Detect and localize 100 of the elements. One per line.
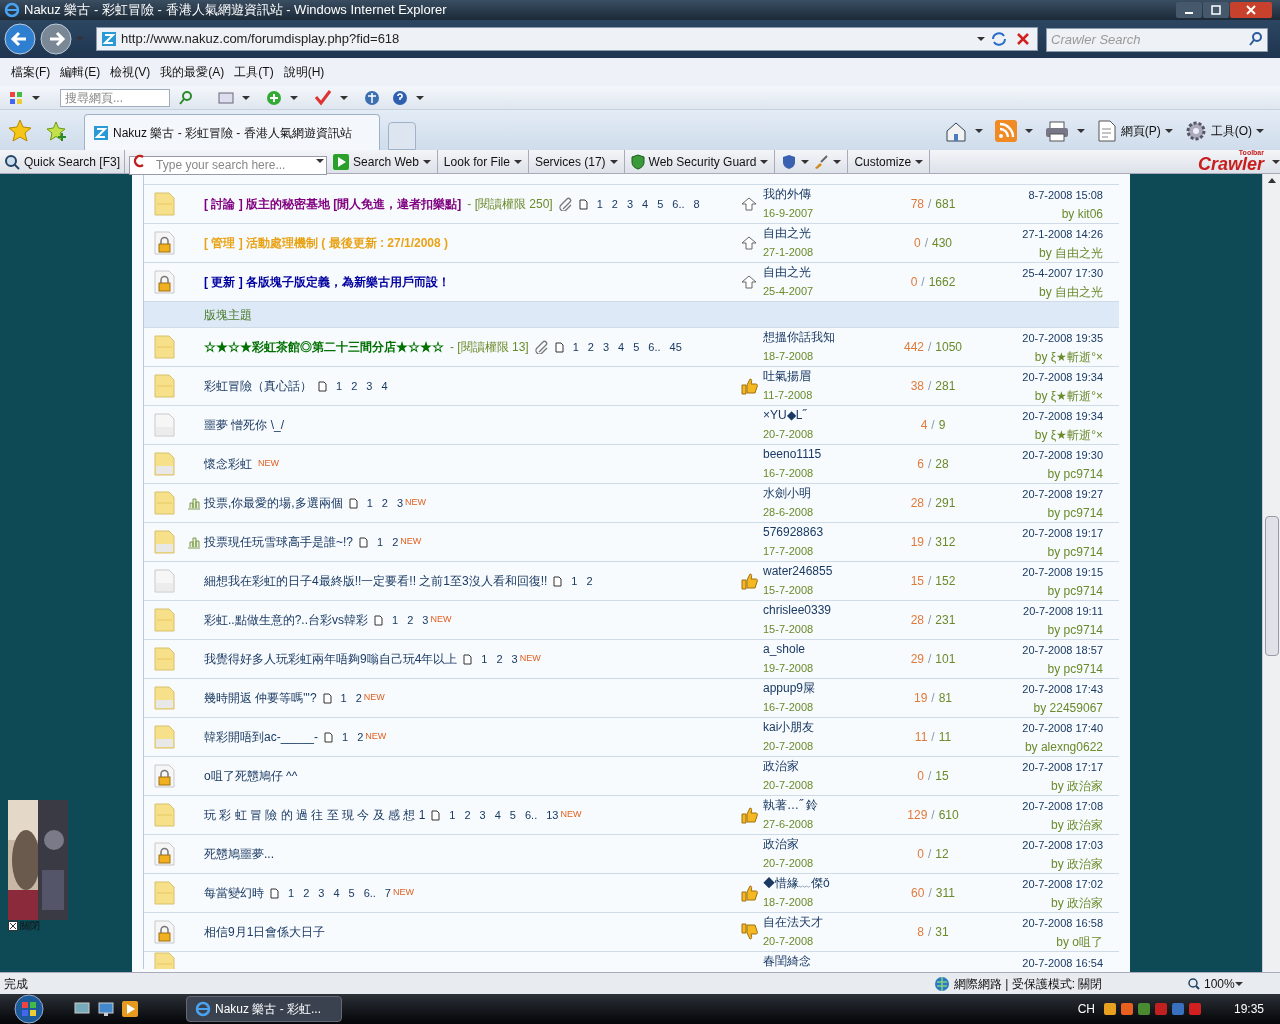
tray-icon[interactable] <box>1102 1002 1117 1016</box>
page-link[interactable]: 1 <box>571 572 578 590</box>
last-poster-link[interactable]: by pc9714 <box>1047 582 1103 601</box>
page-link[interactable]: 4 <box>494 806 501 824</box>
thread-title-link[interactable]: 懷念彩虹 <box>204 455 252 473</box>
toolbar-button[interactable]: Services (17) <box>528 150 625 173</box>
thread-title-link[interactable]: 相信9月1日會係大日子 <box>204 923 326 941</box>
page-link[interactable]: 6.. <box>525 806 538 824</box>
thread-title-link[interactable]: 噩夢 憎死你 \_/ <box>204 416 284 434</box>
scrollbar[interactable] <box>1262 174 1280 972</box>
maximize-icon[interactable] <box>1203 2 1229 18</box>
toolbar-button[interactable]: Customize <box>848 150 931 173</box>
page-link[interactable]: 2 <box>381 494 388 512</box>
last-poster-link[interactable]: by o咀了 <box>1056 933 1103 952</box>
page-link[interactable]: 1 <box>288 884 295 902</box>
last-poster-link[interactable]: by 政治家 <box>1051 894 1103 913</box>
page-link[interactable]: 4 <box>642 195 649 213</box>
page-link[interactable]: 3 <box>511 650 518 668</box>
author-link[interactable]: 想搵你話我知 <box>763 328 893 347</box>
language-indicator[interactable]: CH <box>1077 1000 1095 1018</box>
author-link[interactable]: 自由之光 <box>763 224 893 243</box>
caret-icon[interactable] <box>1076 128 1085 134</box>
page-link[interactable]: 1 <box>481 650 488 668</box>
last-poster-link[interactable]: by kit06 <box>1061 205 1103 224</box>
caret-icon[interactable] <box>1272 158 1280 165</box>
last-poster-link[interactable]: by 政治家 <box>1051 816 1103 835</box>
author-link[interactable]: 自在法天才 <box>763 913 893 932</box>
caret-icon[interactable] <box>316 158 325 164</box>
thread-title-link[interactable]: 投票現任玩雪球高手是誰~!? <box>204 533 353 551</box>
thread-title-link[interactable]: o咀了死戇鳩仔 ^^ <box>204 767 298 785</box>
page-link[interactable]: 1 <box>449 806 456 824</box>
thread-title-link[interactable]: 彩虹冒險（真心話） <box>204 377 312 395</box>
page-link[interactable]: 4 <box>618 338 625 356</box>
thread-title-link[interactable]: 彩虹..點做生意的?..台彩vs韓彩 <box>204 611 368 629</box>
page-link[interactable]: 4 <box>381 377 388 395</box>
checkmark-icon[interactable] <box>314 89 332 106</box>
page-link[interactable]: 6.. <box>648 338 661 356</box>
author-link[interactable]: chrislee0339 <box>763 601 893 620</box>
thread-title-link[interactable]: 投票,你最愛的場,多選兩個 <box>204 494 343 512</box>
last-poster-link[interactable]: by pc9714 <box>1047 543 1103 562</box>
page-link[interactable]: 3 <box>626 195 634 213</box>
author-link[interactable]: 執著…˝ 鈴 <box>763 796 893 815</box>
page-link[interactable]: 2 <box>586 572 593 590</box>
page-link[interactable]: 45 <box>669 338 682 356</box>
caret-icon[interactable] <box>513 158 522 165</box>
last-poster-link[interactable]: by ξ★斬逝°× <box>1034 348 1103 367</box>
author-link[interactable]: 自由之光 <box>763 263 893 282</box>
page-link[interactable]: 6.. <box>363 884 376 902</box>
page-link[interactable]: 2 <box>407 611 414 629</box>
page-link[interactable]: 1 <box>342 728 349 746</box>
page-link[interactable]: 2 <box>464 806 471 824</box>
close-icon[interactable] <box>1230 2 1272 18</box>
caret-icon[interactable] <box>242 94 250 101</box>
page-link[interactable]: 1 <box>340 689 347 707</box>
last-poster-link[interactable]: by 政治家 <box>1051 777 1103 796</box>
caret-icon[interactable] <box>32 94 40 101</box>
toolbar-button[interactable]: Look for File <box>437 150 529 173</box>
caret-icon[interactable] <box>833 158 842 165</box>
menu-item[interactable]: 我的最愛(A) <box>155 63 230 81</box>
last-poster-link[interactable]: by ξ★斬逝°× <box>1034 426 1103 445</box>
shield-icon[interactable] <box>781 153 798 170</box>
caret-icon[interactable] <box>416 94 424 101</box>
caret-icon[interactable] <box>1024 128 1033 134</box>
last-poster-link[interactable]: by pc9714 <box>1047 504 1103 523</box>
menu-item[interactable]: 說明(H) <box>278 63 330 81</box>
author-link[interactable]: 政治家 <box>763 757 893 776</box>
start-orb-icon[interactable] <box>12 994 46 1024</box>
menu-item[interactable]: 檢視(V) <box>105 63 156 81</box>
refresh-icon[interactable] <box>989 30 1009 48</box>
author-link[interactable]: water246855 <box>763 562 893 581</box>
page-link[interactable]: 2 <box>351 377 358 395</box>
page-link[interactable]: 5 <box>348 884 355 902</box>
thread-title-link[interactable]: 每當變幻時 <box>204 884 264 902</box>
search-field[interactable]: 搜尋網頁... <box>60 88 170 107</box>
page-link[interactable]: 2 <box>303 884 310 902</box>
page-link[interactable]: 3 <box>396 494 404 512</box>
last-poster-link[interactable]: by 22459067 <box>1033 699 1103 718</box>
caret-icon[interactable] <box>340 94 348 101</box>
caret-icon[interactable] <box>1234 980 1243 987</box>
desktop-icon[interactable] <box>74 1001 90 1017</box>
scroll-thumb[interactable] <box>1264 516 1279 656</box>
page-link[interactable]: 5 <box>633 338 640 356</box>
quick-search-button[interactable]: Quick Search [F3] <box>0 150 126 173</box>
thread-title-link[interactable]: [ 更新 ] 各版塊子版定義，為新樂古用戶而設！ <box>204 273 450 291</box>
caret-icon[interactable] <box>915 158 924 165</box>
page-link[interactable]: 1 <box>596 195 603 213</box>
page-link[interactable]: 2 <box>357 728 364 746</box>
caret-icon[interactable] <box>760 158 769 165</box>
page-link[interactable]: 5 <box>509 806 516 824</box>
caret-icon[interactable] <box>801 158 810 165</box>
toolbar-button[interactable]: Search Web <box>327 150 438 173</box>
page-link[interactable]: 1 <box>572 338 579 356</box>
page-link[interactable]: 1 <box>336 377 343 395</box>
author-link[interactable]: appup9屎 <box>763 679 893 698</box>
thread-title-link[interactable]: 死戇鳩噩夢... <box>204 845 274 863</box>
page-link[interactable]: 8 <box>693 195 700 213</box>
menu-item[interactable]: 檔案(F) <box>6 63 56 81</box>
page-link[interactable]: 1 <box>392 611 399 629</box>
brush-icon[interactable] <box>813 153 830 170</box>
page-link[interactable]: 2 <box>496 650 503 668</box>
